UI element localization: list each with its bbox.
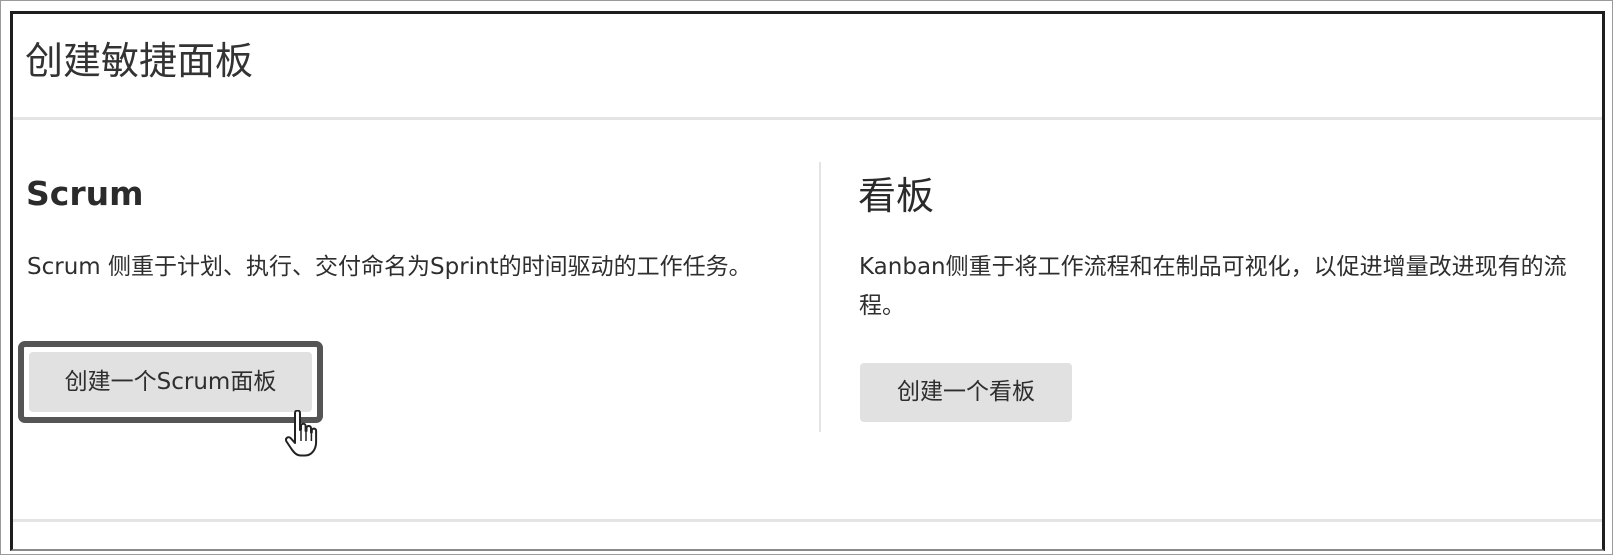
scrum-heading: Scrum: [26, 174, 144, 213]
dialog-title: 创建敏捷面板: [25, 39, 254, 83]
create-agile-board-dialog: 创建敏捷面板 Scrum Scrum 侧重于计划、执行、交付命名为Sprint的…: [10, 11, 1605, 551]
create-kanban-board-button[interactable]: 创建一个看板: [860, 363, 1072, 422]
kanban-description: Kanban侧重于将工作流程和在制品可视化，以促进增量改进现有的流程。: [859, 254, 1567, 319]
header-divider: [13, 117, 1602, 120]
hand-pointer-icon: [284, 410, 318, 457]
footer-divider: [13, 519, 1602, 522]
create-scrum-board-button[interactable]: 创建一个Scrum面板: [29, 352, 312, 412]
column-separator: [819, 162, 821, 432]
scrum-description: Scrum 侧重于计划、执行、交付命名为Sprint的时间驱动的工作任务。: [27, 254, 752, 280]
kanban-heading: 看板: [858, 174, 935, 218]
